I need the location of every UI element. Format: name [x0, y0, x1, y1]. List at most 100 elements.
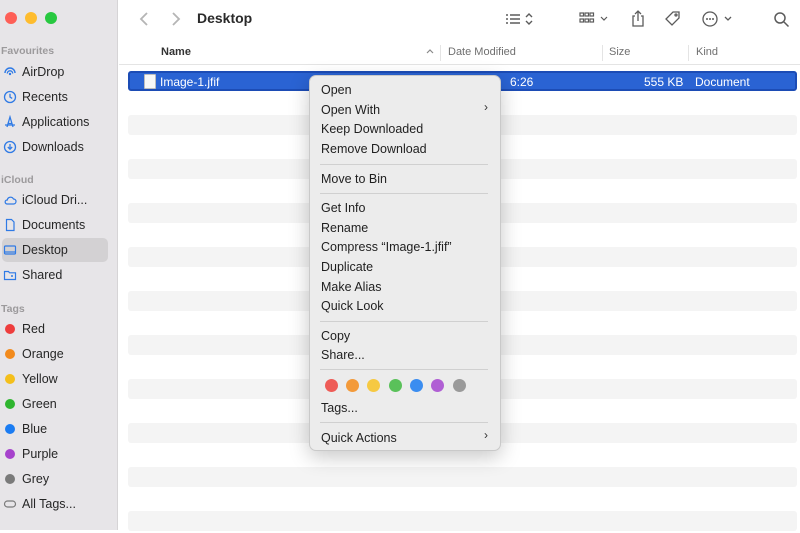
share-icon [632, 10, 644, 27]
desktop-icon [3, 243, 17, 257]
tag-color-purple[interactable] [431, 379, 444, 392]
sidebar-item-label: AirDrop [22, 65, 65, 79]
menu-item-remove-download[interactable]: Remove Download [321, 142, 427, 156]
sidebar-item-recents[interactable]: Recents [2, 85, 108, 109]
column-divider[interactable] [440, 45, 441, 61]
sidebar-tag-purple[interactable]: Purple [2, 442, 108, 466]
sidebar-item-all-tags[interactable]: All Tags... [2, 492, 108, 516]
sidebar-item-label: Documents [22, 218, 86, 232]
sidebar-item-documents[interactable]: Documents [2, 213, 108, 237]
clock-icon [3, 90, 17, 104]
list-view-icon [506, 13, 533, 25]
sidebar-item-label: Green [22, 397, 57, 411]
menu-item-tags[interactable]: Tags... [321, 401, 358, 415]
column-size-header[interactable]: Size [609, 46, 630, 58]
table-row [128, 511, 797, 531]
menu-item-keep-downloaded[interactable]: Keep Downloaded [321, 122, 423, 136]
column-header: Name Date Modified Size Kind [119, 42, 800, 65]
yellow-tag-icon [3, 372, 17, 386]
menu-item-share[interactable]: Share... [321, 348, 365, 362]
chevron-right-icon: › [484, 100, 488, 114]
menu-separator [320, 321, 488, 322]
sidebar-item-shared[interactable]: Shared [2, 263, 108, 287]
sidebar-tag-red[interactable]: Red [2, 317, 108, 341]
menu-item-quick-actions[interactable]: Quick Actions [321, 431, 397, 445]
tags-section-label: Tags [1, 303, 25, 315]
view-options-button[interactable] [505, 9, 539, 29]
sidebar-item-airdrop[interactable]: AirDrop [2, 60, 108, 84]
menu-item-get-info[interactable]: Get Info [321, 201, 365, 215]
sidebar-item-label: All Tags... [22, 497, 76, 511]
menu-item-make-alias[interactable]: Make Alias [321, 280, 381, 294]
sort-ascending-icon [425, 44, 435, 61]
back-button[interactable] [136, 9, 152, 29]
menu-item-duplicate[interactable]: Duplicate [321, 260, 373, 274]
menu-item-compress[interactable]: Compress “Image-1.jfif” [321, 240, 452, 254]
file-size: 555 KB [644, 75, 684, 89]
grid-group-icon [579, 12, 608, 23]
window-controls [5, 12, 57, 24]
search-icon [773, 11, 789, 27]
file-kind: Document [695, 75, 750, 89]
ellipsis-circle-icon [702, 11, 732, 27]
sidebar-item-label: Purple [22, 447, 59, 461]
column-divider[interactable] [602, 45, 603, 61]
column-date-header[interactable]: Date Modified [448, 46, 516, 58]
file-name: Image-1.jfif [160, 75, 220, 89]
tag-color-yellow[interactable] [367, 379, 380, 392]
sidebar-tag-orange[interactable]: Orange [2, 342, 108, 366]
search-button[interactable] [772, 9, 790, 29]
share-button[interactable] [629, 9, 647, 29]
sidebar-item-label: iCloud Dri... [22, 193, 88, 207]
minimize-button[interactable] [25, 12, 37, 24]
table-row [128, 489, 797, 509]
menu-item-quick-look[interactable]: Quick Look [321, 299, 384, 313]
tag-color-blue[interactable] [410, 379, 423, 392]
menu-item-move-to-bin[interactable]: Move to Bin [321, 172, 387, 186]
sidebar-tag-blue[interactable]: Blue [2, 417, 108, 441]
menu-item-copy[interactable]: Copy [321, 329, 350, 343]
sidebar-item-label: Orange [22, 347, 64, 361]
sidebar-item-desktop[interactable]: Desktop [2, 238, 108, 262]
tag-color-green[interactable] [389, 379, 402, 392]
file-date: 6:26 [510, 75, 534, 89]
chevron-right-icon: › [484, 428, 488, 442]
tag-color-red[interactable] [325, 379, 338, 392]
chevron-left-icon [139, 12, 148, 26]
all-tags-icon [3, 497, 17, 511]
zoom-button[interactable] [45, 12, 57, 24]
column-divider[interactable] [688, 45, 689, 61]
menu-separator [320, 369, 488, 370]
menu-item-open-with[interactable]: Open With [321, 103, 380, 117]
sidebar-item-icloud-drive[interactable]: iCloud Dri... [2, 188, 108, 212]
sidebar-item-label: Yellow [22, 372, 58, 386]
tag-color-grey[interactable] [453, 379, 466, 392]
favourites-section-label: Favourites [1, 45, 55, 57]
sidebar-item-downloads[interactable]: Downloads [2, 135, 108, 159]
column-name-header[interactable]: Name [161, 46, 191, 58]
sidebar-tag-grey[interactable]: Grey [2, 467, 108, 491]
sidebar-tag-green[interactable]: Green [2, 392, 108, 416]
chevron-right-icon [172, 12, 181, 26]
menu-item-open[interactable]: Open [321, 83, 352, 97]
cloud-icon [3, 193, 17, 207]
tag-button[interactable] [664, 9, 682, 29]
sidebar-item-label: Blue [22, 422, 48, 436]
forward-button[interactable] [168, 9, 184, 29]
column-kind-header[interactable]: Kind [696, 46, 718, 58]
window-title: Desktop [197, 10, 253, 26]
tag-color-orange[interactable] [346, 379, 359, 392]
more-actions-button[interactable] [701, 9, 735, 29]
file-icon [144, 74, 156, 89]
close-button[interactable] [5, 12, 17, 24]
sidebar-tag-yellow[interactable]: Yellow [2, 367, 108, 391]
blue-tag-icon [3, 422, 17, 436]
menu-separator [320, 164, 488, 165]
airdrop-icon [3, 65, 17, 79]
sidebar-item-applications[interactable]: Applications [2, 110, 108, 134]
toolbar: Desktop [119, 0, 800, 40]
group-button[interactable] [579, 9, 613, 29]
menu-item-rename[interactable]: Rename [321, 221, 368, 235]
sidebar-item-label: Shared [22, 268, 63, 282]
icloud-section-label: iCloud [1, 174, 34, 186]
